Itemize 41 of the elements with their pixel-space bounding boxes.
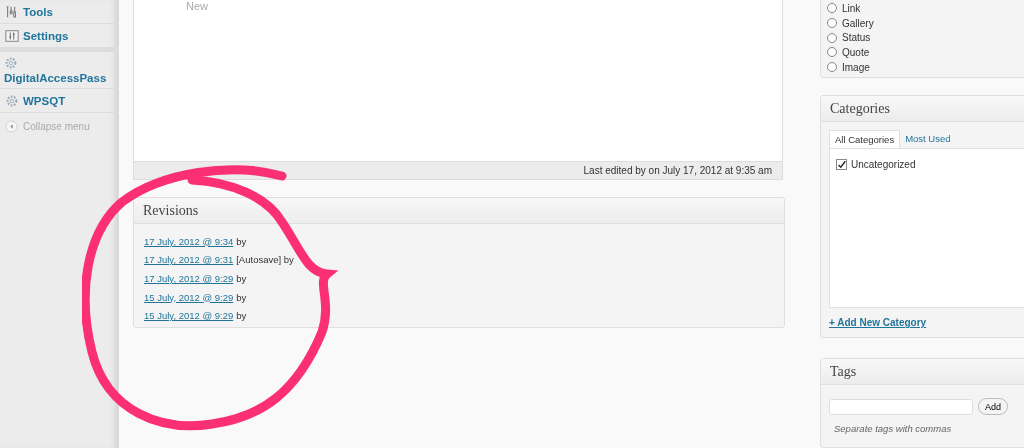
sidebar-menu-link[interactable]: WPSQT	[23, 94, 66, 107]
revision-author-text: by	[236, 273, 247, 284]
radio-label: Link	[842, 2, 861, 14]
panel-title: Categories	[821, 96, 1024, 123]
radio-label: Status	[842, 32, 871, 44]
editor-text: New	[186, 0, 208, 12]
gear-icon	[4, 56, 18, 70]
last-edited-text: Last edited by on July 17, 2012 at 9:35 am	[583, 165, 772, 176]
revision-link[interactable]: 17 July, 2012 @ 9:29	[144, 273, 234, 284]
tools-icon	[5, 4, 19, 19]
revision-link[interactable]: 15 July, 2012 @ 9:29	[144, 291, 234, 303]
radio-button[interactable]	[827, 47, 837, 58]
add-tag-button[interactable]: Add	[978, 398, 1008, 415]
revision-link[interactable]: 17 July, 2012 @ 9:31	[144, 254, 234, 266]
radio-label: Image	[842, 61, 870, 73]
gear-icon	[5, 93, 19, 108]
tag-input-field[interactable]	[829, 398, 973, 415]
radio-label: Gallery	[842, 17, 874, 29]
revision-author-text: by	[236, 235, 247, 247]
radio-label: Quote	[842, 46, 870, 58]
category-tab[interactable]: All Categories	[829, 130, 901, 149]
sidebar-menu-link[interactable]: Tools	[23, 5, 53, 18]
panel-title: Revisions	[134, 198, 784, 224]
category-tab[interactable]: Most Used	[900, 130, 956, 149]
revision-link[interactable]: 17 July, 2012 @ 9:34	[144, 235, 234, 247]
sliders-icon	[5, 28, 19, 43]
revision-author-text: by	[236, 291, 247, 303]
radio-button[interactable]	[827, 32, 837, 43]
tags-hint-text: Separate tags with commas	[834, 423, 953, 434]
revision-author-text: [Autosave] by	[236, 254, 294, 266]
checkbox[interactable]	[836, 159, 847, 171]
revision-author-text: by	[236, 310, 247, 322]
revision-link[interactable]: 15 July, 2012 @ 9:29	[144, 310, 234, 322]
radio-button[interactable]	[827, 3, 837, 14]
radio-button[interactable]	[827, 18, 837, 29]
radio-button[interactable]	[827, 62, 837, 73]
sidebar-menu-link[interactable]: DigitalAccessPass	[4, 72, 107, 84]
category-label: Uncategorized	[851, 159, 916, 171]
panel-title: Tags	[821, 359, 1024, 385]
add-category-link[interactable]: + Add New Category	[829, 317, 927, 329]
sidebar-menu-link[interactable]: Settings	[23, 29, 69, 42]
